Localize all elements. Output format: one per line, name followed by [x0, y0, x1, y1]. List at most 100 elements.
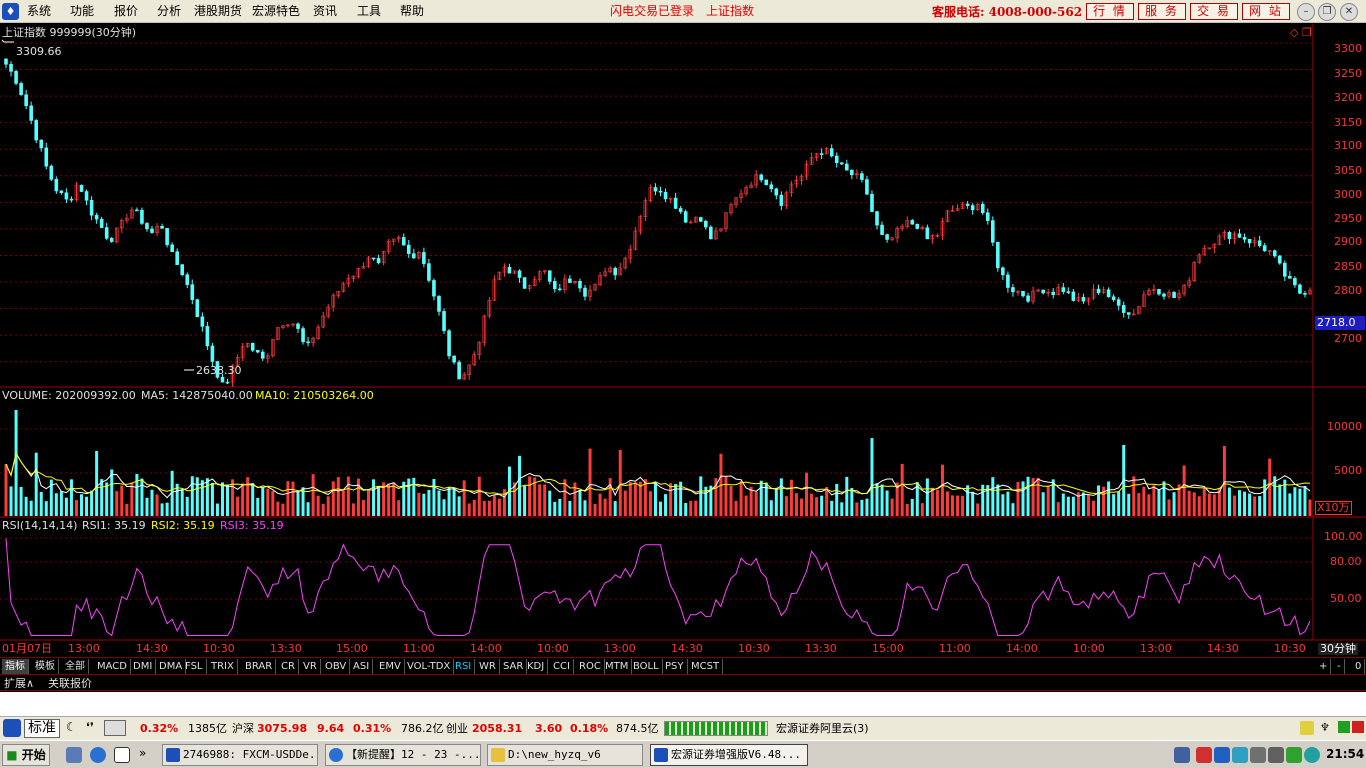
indicator-tab-boll[interactable]: BOLL — [630, 659, 663, 674]
indicator-tab-mtm[interactable]: MTM — [602, 659, 633, 674]
indicator-tab-fsl[interactable]: FSL — [182, 659, 207, 674]
indicator-tab-全部[interactable]: 全部 — [62, 659, 89, 674]
indicator-tab-wr[interactable]: WR — [476, 659, 500, 674]
network-icon[interactable] — [1286, 747, 1302, 763]
tab-control-button[interactable]: + — [1316, 659, 1332, 674]
time-label: 14:30 — [136, 642, 168, 655]
trade-button[interactable]: 交 易 — [1190, 3, 1238, 20]
indicator-tab-vr[interactable]: VR — [300, 659, 321, 674]
menu-functions[interactable]: 功能 — [70, 3, 94, 19]
indicator-tab-obv[interactable]: OBV — [322, 659, 351, 674]
indicator-tab-roc[interactable]: ROC — [576, 659, 605, 674]
window-icon[interactable] — [114, 747, 130, 763]
period-label[interactable]: 30分钟 — [1318, 643, 1358, 655]
more-chevron-icon[interactable]: » — [139, 746, 146, 760]
tray-icon[interactable] — [1196, 747, 1212, 763]
volume-bar — [59, 491, 63, 516]
indicator-tab-trix[interactable]: TRIX — [208, 659, 238, 674]
start-button[interactable]: ■ 开始 — [2, 744, 50, 766]
price-candle — [1011, 287, 1015, 293]
volume-bar — [372, 479, 376, 516]
price-candle — [704, 220, 708, 228]
tray-icon[interactable] — [1268, 747, 1284, 763]
indicator-tab-emv[interactable]: EMV — [376, 659, 405, 674]
task-trading-app[interactable]: 宏源证券增强版V6.48... — [650, 744, 808, 766]
tab-control-button[interactable]: - — [1334, 659, 1345, 674]
task-browser[interactable]: 【新提醒】12 - 23 -... — [325, 744, 481, 766]
current-index-link[interactable]: 上证指数 — [706, 3, 754, 19]
ie-icon[interactable] — [90, 747, 106, 763]
volume-bar — [815, 497, 819, 516]
mode-selector[interactable]: 标准 — [24, 719, 60, 738]
price-candle — [1111, 296, 1116, 300]
indicator-tab-psy[interactable]: PSY — [662, 659, 688, 674]
task-folder[interactable]: D:\new_hyzq_v6 — [487, 744, 643, 766]
volume-bar — [568, 500, 572, 516]
night-mode-icon[interactable]: ☾ — [66, 720, 77, 734]
update-icon[interactable] — [1304, 747, 1320, 763]
service-button[interactable]: 服 务 — [1138, 3, 1186, 20]
quotes-button[interactable]: 行 情 — [1086, 3, 1134, 20]
price-candle — [552, 281, 557, 290]
volume-bars — [4, 410, 1312, 516]
indicator-tab-kdj[interactable]: KDJ — [524, 659, 549, 674]
tray-icon[interactable] — [1232, 747, 1248, 763]
menu-analysis[interactable]: 分析 — [157, 3, 181, 19]
task-fxcm[interactable]: 2746988: FXCM-USDDe... — [162, 744, 318, 766]
shield-icon[interactable] — [1214, 747, 1230, 763]
clock[interactable]: 21:54 — [1326, 747, 1364, 761]
tab-expand[interactable]: 扩展∧ — [0, 676, 38, 691]
keyboard-icon[interactable] — [104, 720, 126, 736]
indicator-tab-模板[interactable]: 模板 — [32, 659, 59, 674]
server-name[interactable]: 宏源证券阿里云(3) — [776, 722, 869, 736]
price-candle — [1061, 287, 1066, 292]
close-icon[interactable]: ✕ — [1340, 3, 1358, 21]
volume-bar — [754, 492, 758, 516]
menu-system[interactable]: 系统 — [27, 3, 51, 19]
tab-control-button[interactable]: 0 — [1352, 659, 1366, 674]
price-candle — [965, 203, 970, 206]
menu-tools[interactable]: 工具 — [357, 3, 381, 19]
volume-bar — [226, 484, 230, 516]
indicator-tab-vol-tdx[interactable]: VOL-TDX — [404, 659, 455, 674]
indicator-tab-cci[interactable]: CCI — [550, 659, 574, 674]
website-button[interactable]: 网 站 — [1242, 3, 1290, 20]
volume-bar — [467, 503, 471, 516]
menu-hongyuan[interactable]: 宏源特色 — [252, 3, 300, 19]
quote-icon[interactable]: ❛❜ — [86, 720, 94, 734]
chart-area[interactable]: 上证指数 999999(30分钟) 3309.66 2638.30 ◇ ❐ 27… — [0, 24, 1366, 641]
tab-related-quotes[interactable]: 关联报价 — [44, 676, 96, 691]
indicator-tab-dmi[interactable]: DMI — [130, 659, 157, 674]
time-label: 13:00 — [1140, 642, 1172, 655]
indicator-tab-指标[interactable]: 指标 — [2, 659, 29, 674]
price-axis-tick: 2900 — [1334, 235, 1362, 248]
price-candle — [1106, 289, 1111, 298]
trade-login-status[interactable]: 闪电交易已登录 — [610, 3, 694, 19]
app-logo-icon[interactable]: ♦ — [2, 3, 19, 20]
indicator-tab-brar[interactable]: BRAR — [242, 659, 277, 674]
panel-expand-icon[interactable]: ◇ ❐ — [1290, 26, 1312, 40]
minimize-icon[interactable]: – — [1297, 3, 1315, 21]
indicator-tab-macd[interactable]: MACD — [94, 659, 131, 674]
indicator-tab-rsi[interactable]: RSI — [452, 659, 476, 674]
desktop-icon[interactable] — [66, 747, 82, 763]
time-label: 15:00 — [872, 642, 904, 655]
menu-hk-futures[interactable]: 港股期货 — [194, 3, 242, 19]
restore-icon[interactable]: ❐ — [1318, 3, 1336, 21]
extension-panel — [0, 692, 1366, 716]
indicator-tab-asi[interactable]: ASI — [350, 659, 374, 674]
price-candle — [517, 270, 522, 278]
indicator-tab-mcst[interactable]: MCST — [688, 659, 724, 674]
indicator-tab-cr[interactable]: CR — [278, 659, 299, 674]
tray-icon[interactable] — [1174, 747, 1190, 763]
price-candle — [829, 148, 834, 157]
menu-help[interactable]: 帮助 — [400, 3, 424, 19]
chart-svg[interactable] — [0, 24, 1366, 641]
price-axis-tick: 3150 — [1334, 116, 1362, 129]
menu-quotes[interactable]: 报价 — [114, 3, 138, 19]
app-status-icon[interactable] — [3, 719, 21, 737]
hs-pct: 0.31% — [353, 722, 392, 735]
notification-icon[interactable] — [1300, 721, 1314, 735]
menu-info[interactable]: 资讯 — [313, 3, 337, 19]
volume-icon[interactable] — [1250, 747, 1266, 763]
